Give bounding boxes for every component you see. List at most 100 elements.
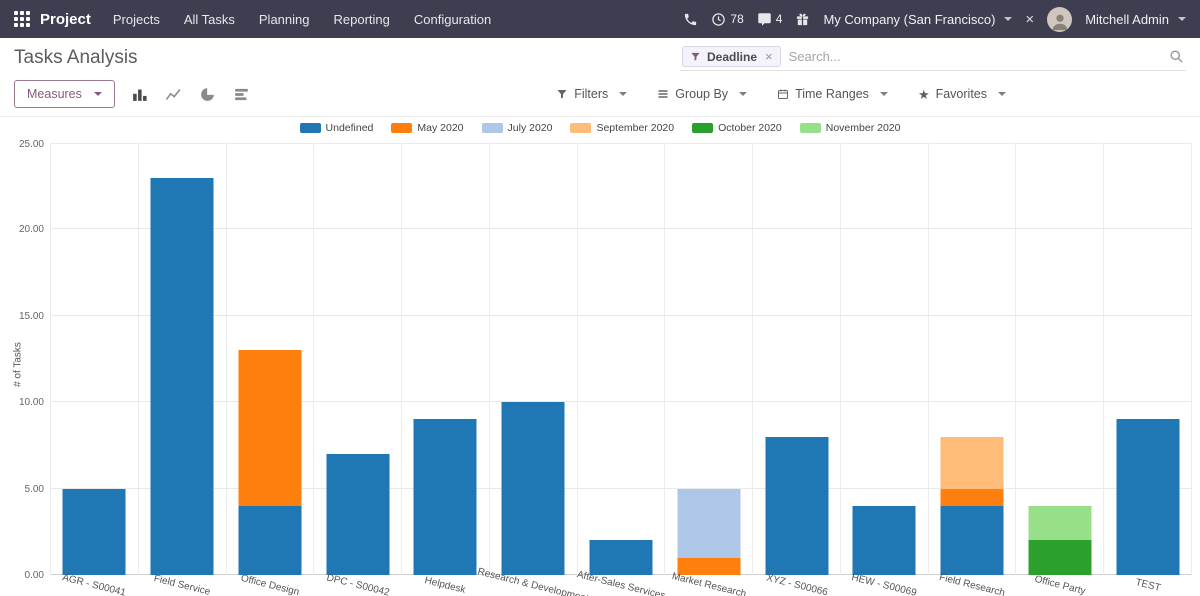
- y-axis-tick: 5.00: [4, 484, 44, 495]
- legend-item[interactable]: July 2020: [482, 122, 553, 134]
- calendar-icon: [777, 88, 789, 100]
- search-icon[interactable]: [1169, 49, 1184, 64]
- y-axis-tick: 20.00: [4, 224, 44, 235]
- chart-column: Field Research: [929, 143, 1017, 575]
- chart-type-switcher: [129, 83, 253, 105]
- phone-icon[interactable]: [683, 12, 698, 27]
- nav-item-configuration[interactable]: Configuration: [414, 12, 491, 27]
- legend-item[interactable]: November 2020: [800, 122, 901, 134]
- bar-segment[interactable]: [941, 506, 1004, 575]
- time-ranges-dropdown[interactable]: Time Ranges: [777, 87, 888, 101]
- group-by-icon: [657, 88, 669, 100]
- favorites-label: Favorites: [936, 87, 987, 101]
- stacked-bar[interactable]: [765, 437, 828, 575]
- stacked-bar[interactable]: [589, 540, 652, 575]
- favorites-dropdown[interactable]: ★ Favorites: [918, 87, 1006, 101]
- bar-segment[interactable]: [502, 402, 565, 575]
- chart-column: Office Party: [1016, 143, 1104, 575]
- chart-column: Market Research: [665, 143, 753, 575]
- company-switcher[interactable]: My Company (San Francisco): [823, 12, 1012, 27]
- nav-item-reporting[interactable]: Reporting: [334, 12, 390, 27]
- filter-icon: [556, 88, 568, 100]
- stacked-bar[interactable]: [326, 454, 389, 575]
- legend-item[interactable]: Undefined: [300, 122, 374, 134]
- chart-column: Field Service: [139, 143, 227, 575]
- bar-segment[interactable]: [1116, 419, 1179, 575]
- nav-item-projects[interactable]: Projects: [113, 12, 160, 27]
- group-by-dropdown[interactable]: Group By: [657, 87, 747, 101]
- nav-item-all-tasks[interactable]: All Tasks: [184, 12, 235, 27]
- bar-segment[interactable]: [414, 419, 477, 575]
- x-icon[interactable]: ×: [1025, 12, 1034, 27]
- user-menu[interactable]: Mitchell Admin: [1085, 12, 1186, 27]
- stacked-bar[interactable]: [853, 506, 916, 575]
- bar-segment[interactable]: [238, 506, 301, 575]
- bar-segment[interactable]: [63, 489, 126, 575]
- y-axis-tick: 25.00: [4, 139, 44, 150]
- search-bar[interactable]: Deadline ×: [680, 45, 1186, 71]
- bar-segment[interactable]: [677, 558, 740, 575]
- measures-label: Measures: [27, 87, 82, 101]
- stacked-bar[interactable]: [1116, 419, 1179, 575]
- search-input[interactable]: [781, 46, 1169, 67]
- legend-swatch: [800, 123, 821, 133]
- pie-chart-button[interactable]: [197, 83, 219, 105]
- user-name: Mitchell Admin: [1085, 12, 1169, 27]
- bar-segment[interactable]: [589, 540, 652, 575]
- stacked-bar[interactable]: [1028, 506, 1091, 575]
- stacked-bar[interactable]: [502, 402, 565, 575]
- bar-segment[interactable]: [238, 350, 301, 506]
- line-chart-button[interactable]: [163, 83, 185, 105]
- bar-segment[interactable]: [765, 437, 828, 575]
- bar-segment[interactable]: [326, 454, 389, 575]
- avatar[interactable]: [1047, 7, 1072, 32]
- bar-segment[interactable]: [853, 506, 916, 575]
- stacked-bar[interactable]: [238, 350, 301, 575]
- y-axis-tick: 15.00: [4, 311, 44, 322]
- messages-icon[interactable]: 4: [757, 12, 783, 27]
- chevron-down-icon: [1004, 17, 1012, 21]
- bar-segment[interactable]: [677, 489, 740, 558]
- bar-segment[interactable]: [941, 489, 1004, 506]
- bar-segment[interactable]: [1028, 506, 1091, 541]
- apps-menu-icon[interactable]: [14, 11, 30, 27]
- gift-icon[interactable]: [795, 12, 810, 27]
- legend-swatch: [482, 123, 503, 133]
- chart-column: AGR - S00041: [51, 143, 139, 575]
- legend-item[interactable]: September 2020: [570, 122, 674, 134]
- stacked-bar[interactable]: [63, 489, 126, 575]
- x-axis-label: Helpdesk: [424, 575, 467, 596]
- legend-item[interactable]: May 2020: [391, 122, 463, 134]
- chart-column: XYZ - S00066: [753, 143, 841, 575]
- x-axis-label: Office Design: [240, 573, 301, 596]
- legend-label: November 2020: [826, 122, 901, 134]
- chevron-down-icon: [619, 92, 627, 96]
- app-title[interactable]: Project: [40, 11, 91, 28]
- activities-clock-icon[interactable]: 78: [711, 12, 743, 27]
- top-navbar: Project Projects All Tasks Planning Repo…: [0, 0, 1200, 38]
- legend-label: Undefined: [326, 122, 374, 134]
- navbar-left: Project Projects All Tasks Planning Repo…: [14, 11, 491, 28]
- bar-segment[interactable]: [1028, 540, 1091, 575]
- measures-button[interactable]: Measures: [14, 80, 115, 108]
- chart-column: HEW - S00069: [841, 143, 929, 575]
- search-facet[interactable]: Deadline ×: [682, 46, 781, 67]
- control-panel: Measures: [0, 73, 1200, 117]
- bar-segment[interactable]: [941, 437, 1004, 489]
- filters-dropdown[interactable]: Filters: [556, 87, 627, 101]
- legend-swatch: [570, 123, 591, 133]
- x-axis-label: Field Service: [153, 573, 212, 596]
- facet-label: Deadline: [707, 50, 757, 64]
- stacked-toggle-button[interactable]: [231, 83, 253, 105]
- navbar-systray: 78 4 My Company (San Francisco) ×: [683, 7, 1186, 32]
- stacked-bar[interactable]: [414, 419, 477, 575]
- bar-segment[interactable]: [151, 178, 214, 575]
- nav-item-planning[interactable]: Planning: [259, 12, 310, 27]
- stacked-bar[interactable]: [941, 437, 1004, 575]
- legend-item[interactable]: October 2020: [692, 122, 782, 134]
- stacked-bar[interactable]: [677, 489, 740, 575]
- bar-chart-button[interactable]: [129, 83, 151, 105]
- facet-remove-icon[interactable]: ×: [765, 49, 773, 64]
- x-axis-label: AGR - S00041: [61, 572, 127, 596]
- stacked-bar[interactable]: [151, 178, 214, 575]
